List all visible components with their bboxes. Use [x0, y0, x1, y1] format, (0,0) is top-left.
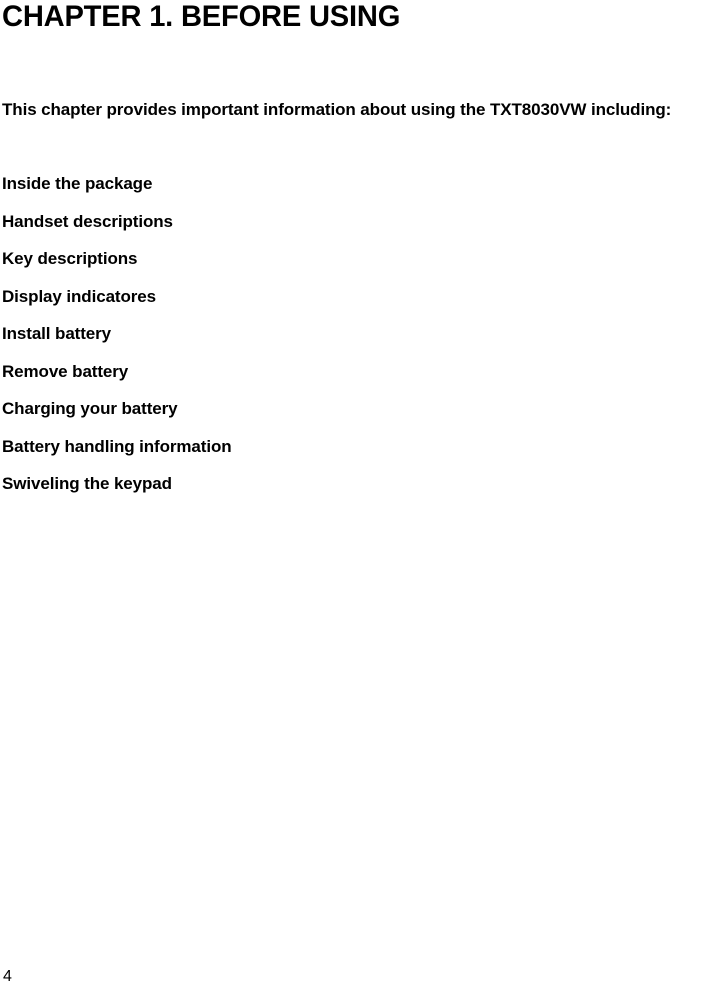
- list-item: Display indicatores: [2, 286, 156, 306]
- list-item: Key descriptions: [2, 249, 138, 268]
- list-item: Remove battery: [2, 361, 129, 381]
- list-item: Handset descriptions: [2, 211, 173, 231]
- topic-list: Inside the package Handset descriptions …: [2, 165, 704, 503]
- list-item: Swiveling the keypad: [2, 474, 172, 493]
- page-content: CHAPTER 1. BEFORE USING This chapter pro…: [2, 0, 704, 503]
- document-page: CHAPTER 1. BEFORE USING This chapter pro…: [0, 0, 704, 989]
- intro-paragraph: This chapter provides important informat…: [2, 100, 672, 119]
- list-item: Install battery: [2, 324, 112, 343]
- page-number: 4: [3, 968, 12, 985]
- page-title: CHAPTER 1. BEFORE USING: [2, 0, 401, 33]
- list-item: Battery handling information: [2, 436, 232, 456]
- list-item: Charging your battery: [2, 399, 178, 418]
- title-spacer: [2, 34, 704, 91]
- list-item: Inside the package: [2, 174, 153, 193]
